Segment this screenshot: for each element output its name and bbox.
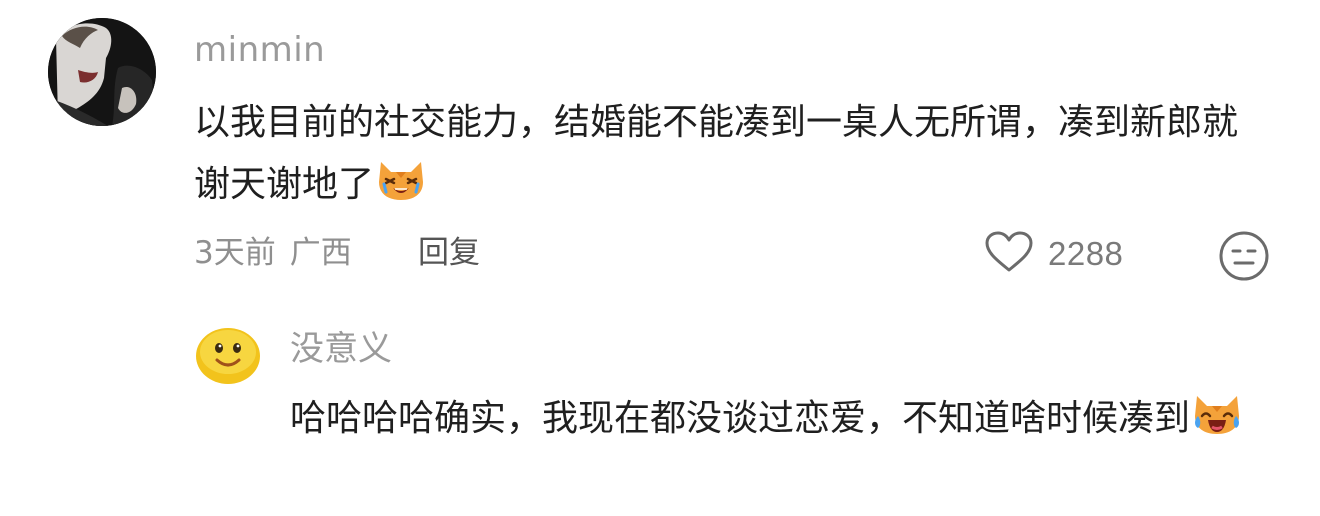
username[interactable]: minmin bbox=[194, 28, 325, 72]
user-avatar[interactable] bbox=[48, 18, 156, 126]
reply-body: 哈哈哈哈确实，我现在都没谈过恋爱，不知道啥时候凑到 bbox=[290, 398, 1191, 439]
comment-meta: 3天前 广西 bbox=[194, 228, 352, 278]
like-button[interactable]: 2288 bbox=[984, 230, 1123, 278]
reply-username[interactable]: 没意义 bbox=[290, 326, 392, 372]
comment-text: 以我目前的社交能力，结婚能不能凑到一桌人无所谓，凑到新郎就谢天谢地了 bbox=[194, 92, 1254, 216]
like-count: 2288 bbox=[1048, 235, 1124, 272]
crying-cat-emoji bbox=[376, 158, 426, 202]
reply-text: 哈哈哈哈确实，我现在都没谈过恋爱，不知道啥时候凑到 bbox=[290, 388, 1270, 450]
comment-time: 3天前 bbox=[194, 235, 276, 271]
comment-body: 以我目前的社交能力，结婚能不能凑到一桌人无所谓，凑到新郎就谢天谢地了 bbox=[194, 102, 1239, 205]
heart-icon bbox=[984, 230, 1034, 278]
neutral-face-icon bbox=[1218, 231, 1270, 286]
comment-thread: minmin 以我目前的社交能力，结婚能不能凑到一桌人无所谓，凑到新郎就谢天谢地… bbox=[0, 0, 1320, 516]
reply-user-avatar[interactable] bbox=[193, 318, 263, 388]
dislike-button[interactable] bbox=[1218, 230, 1270, 282]
comment-location: 广西 bbox=[289, 235, 352, 271]
reply-button[interactable]: 回复 bbox=[418, 228, 480, 278]
laughing-crying-cat-emoji bbox=[1192, 392, 1242, 436]
